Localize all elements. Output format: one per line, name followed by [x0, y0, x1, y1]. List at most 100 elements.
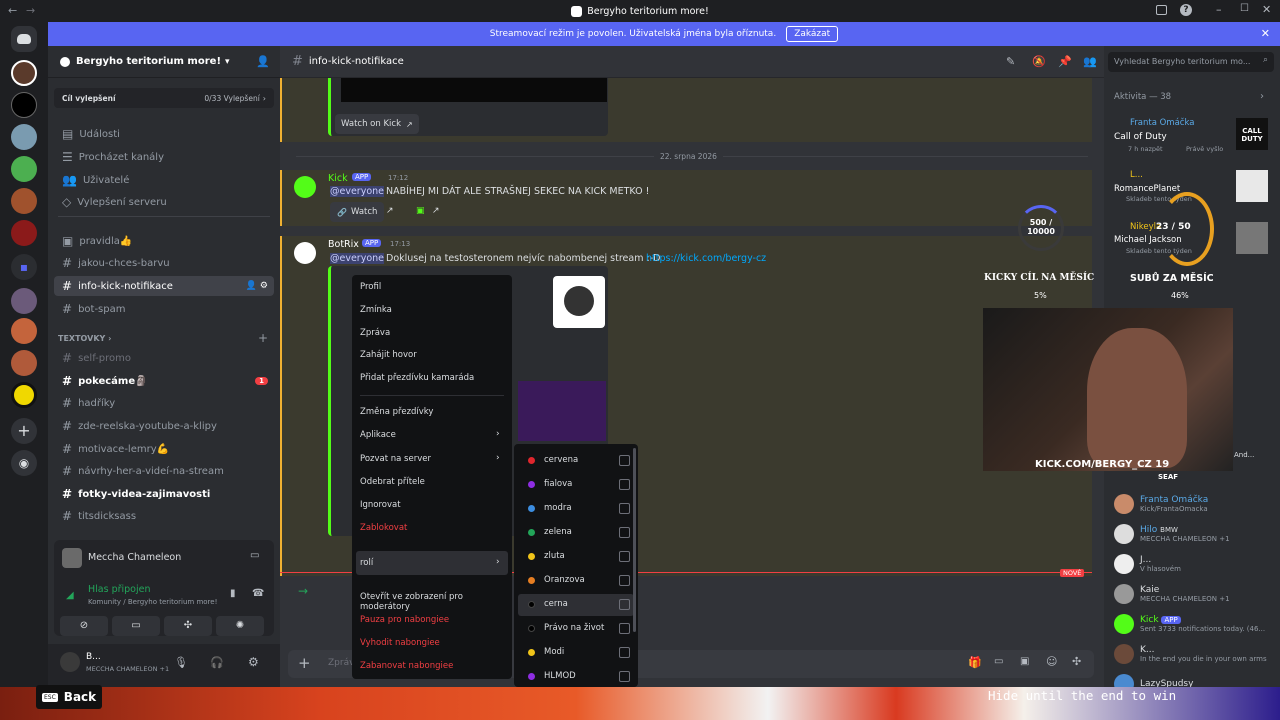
role-checkbox[interactable]	[619, 575, 630, 586]
role-item[interactable]: zluta	[528, 551, 565, 561]
chevron-right-icon[interactable]: ›	[1260, 91, 1264, 102]
server-icon-4[interactable]	[11, 156, 37, 182]
gif-icon[interactable]: ▭	[994, 656, 1003, 667]
server-icon-8[interactable]	[11, 318, 37, 344]
channel-pokecame[interactable]: # pokecáme🗿 1	[54, 371, 274, 391]
role-checkbox[interactable]	[619, 503, 630, 514]
activity-card-1[interactable]: Franta Omáčka Call of Duty 7 h nazpět Pr…	[1114, 118, 1270, 158]
role-item[interactable]: HLMOD	[528, 671, 576, 681]
soundboard-button[interactable]: ✺	[216, 616, 264, 636]
add-server-icon[interactable]: +	[11, 418, 37, 444]
menu-roles[interactable]: rolí	[360, 558, 373, 568]
microphone-icon[interactable]: 🎙	[174, 656, 188, 669]
role-item[interactable]: fialova	[528, 479, 572, 489]
menu-kick[interactable]: Vyhodit nabongiee	[360, 638, 440, 648]
watch-on-kick-button[interactable]: Watch on Kick ↗	[335, 114, 419, 134]
member-item[interactable]: Hilo BMW MECCHA CHAMELEON +1	[1114, 524, 1274, 544]
add-member-icon[interactable]: 👤	[256, 55, 270, 68]
back-arrow-icon[interactable]: ←	[8, 4, 17, 17]
menu-ignore[interactable]: Ignorovat	[360, 500, 401, 510]
channel-bot-spam[interactable]: # bot-spam	[54, 299, 274, 319]
channel-fotky-videa[interactable]: # fotky-videa-zajimavosti	[54, 484, 274, 504]
nav-members[interactable]: 👥 Uživatelé	[54, 170, 274, 190]
role-checkbox[interactable]	[619, 527, 630, 538]
explore-icon[interactable]: ◉	[11, 450, 37, 476]
menu-profile[interactable]: Profil	[360, 282, 381, 292]
role-item[interactable]: Oranzova	[528, 575, 585, 585]
channel-info-kick-notifikace[interactable]: # info-kick-notifikace 👤 ⚙	[54, 276, 274, 296]
folder-icon[interactable]: ▪	[11, 254, 37, 280]
author-name[interactable]: Kick	[328, 173, 348, 184]
menu-add-friend-nickname[interactable]: Přidat přezdívku kamaráda	[360, 373, 474, 383]
role-item[interactable]: cerna	[528, 599, 568, 609]
role-item[interactable]: modra	[528, 503, 572, 513]
role-checkbox[interactable]	[619, 647, 630, 658]
discord-home-icon[interactable]	[11, 26, 37, 52]
menu-message[interactable]: Zpráva	[360, 328, 390, 338]
role-checkbox[interactable]	[619, 551, 630, 562]
banner-close-icon[interactable]: ✕	[1261, 27, 1270, 40]
menu-call[interactable]: Zahájit hovor	[360, 350, 417, 360]
back-button[interactable]: ESC Back	[36, 685, 102, 709]
add-attachment-icon[interactable]: +	[298, 654, 311, 672]
role-checkbox[interactable]	[619, 623, 630, 634]
member-item[interactable]: Kick APP Sent 3733 notifications today. (…	[1114, 614, 1274, 634]
server-icon-5[interactable]	[11, 188, 37, 214]
channel-pravidla[interactable]: ▣ pravidla👍	[54, 231, 274, 251]
server-icon-bergy[interactable]	[11, 60, 37, 86]
activity-icon[interactable]: ▭	[250, 550, 259, 561]
headphones-icon[interactable]: 🎧	[210, 656, 224, 669]
server-icon-2[interactable]	[11, 92, 37, 118]
role-checkbox[interactable]	[619, 599, 630, 610]
server-icon-7[interactable]	[11, 288, 37, 314]
gift-icon[interactable]: 🎁	[968, 656, 982, 669]
camera-off-button[interactable]: ⊘	[60, 616, 108, 636]
avatar[interactable]	[60, 652, 80, 672]
menu-ban[interactable]: Zabanovat nabongiee	[360, 661, 453, 671]
nav-events[interactable]: ▤ Události	[54, 124, 274, 144]
menu-remove-friend[interactable]: Odebrat přítele	[360, 477, 425, 487]
maximize-icon[interactable]: ☐	[1240, 3, 1249, 14]
inbox-icon[interactable]	[1156, 5, 1167, 15]
nav-server-boost[interactable]: ◇ Vylepšení serveru	[54, 192, 274, 212]
external-link-icon[interactable]: ↗	[386, 206, 394, 216]
sticker-icon[interactable]: ▣	[1020, 656, 1029, 667]
menu-invite[interactable]: Pozvat na server	[360, 454, 431, 464]
role-item[interactable]: Modi	[528, 647, 564, 657]
member-list-icon[interactable]: 👥	[1083, 55, 1097, 68]
watch-button[interactable]: 🔗 Watch	[330, 202, 385, 222]
server-icon-6[interactable]	[11, 220, 37, 246]
role-checkbox[interactable]	[619, 671, 630, 682]
screen-share-button[interactable]: ▭	[112, 616, 160, 636]
message-link[interactable]: https://kick.com/bergy-cz	[646, 253, 766, 264]
mention[interactable]: @everyone	[330, 253, 385, 264]
disable-button[interactable]: Zakázat	[786, 26, 839, 42]
botrix-avatar[interactable]	[294, 242, 316, 264]
server-header[interactable]: Bergyho teritorium more! ▾ 👤	[48, 46, 280, 78]
role-item[interactable]: zelena	[528, 527, 572, 537]
kick-avatar[interactable]	[294, 176, 316, 198]
mention[interactable]: @everyone	[330, 186, 385, 197]
search-input[interactable]: Vyhledat Bergyho teritorium mo... ⌕	[1108, 52, 1274, 72]
help-icon[interactable]: ?	[1180, 4, 1192, 16]
member-item[interactable]: K... In the end you die in your own arms	[1114, 644, 1274, 664]
minimize-icon[interactable]: –	[1216, 3, 1222, 16]
kick-icon[interactable]: ▣	[416, 206, 425, 216]
activities-button[interactable]: ✣	[164, 616, 212, 636]
author-name[interactable]: BotRix	[328, 239, 359, 250]
boost-goal[interactable]: Cíl vylepšení 0/33 Vylepšení ›	[54, 88, 274, 108]
channel-motivace-lemry[interactable]: # motivace-lemry💪	[54, 439, 274, 459]
soundboard-icon[interactable]: ▮	[230, 588, 236, 599]
close-icon[interactable]: ✕	[1262, 3, 1271, 16]
member-item[interactable]: Kaie MECCHA CHAMELEON +1	[1114, 584, 1274, 604]
channel-titsdicksass[interactable]: # titsdicksass	[54, 506, 274, 526]
menu-change-nickname[interactable]: Změna přezdívky	[360, 407, 433, 417]
channel-zde-reelska[interactable]: # zde-reelska-youtube-a-klipy	[54, 416, 274, 436]
apps-icon[interactable]: ✣	[1072, 655, 1081, 668]
disconnect-icon[interactable]: ☎	[252, 588, 264, 599]
menu-timeout[interactable]: Pauza pro nabongiee	[360, 615, 449, 625]
menu-block[interactable]: Zablokovat	[360, 523, 407, 533]
scrollbar[interactable]	[633, 448, 636, 632]
threads-icon[interactable]: ✎	[1006, 55, 1015, 68]
pin-icon[interactable]: 📌	[1058, 55, 1072, 68]
